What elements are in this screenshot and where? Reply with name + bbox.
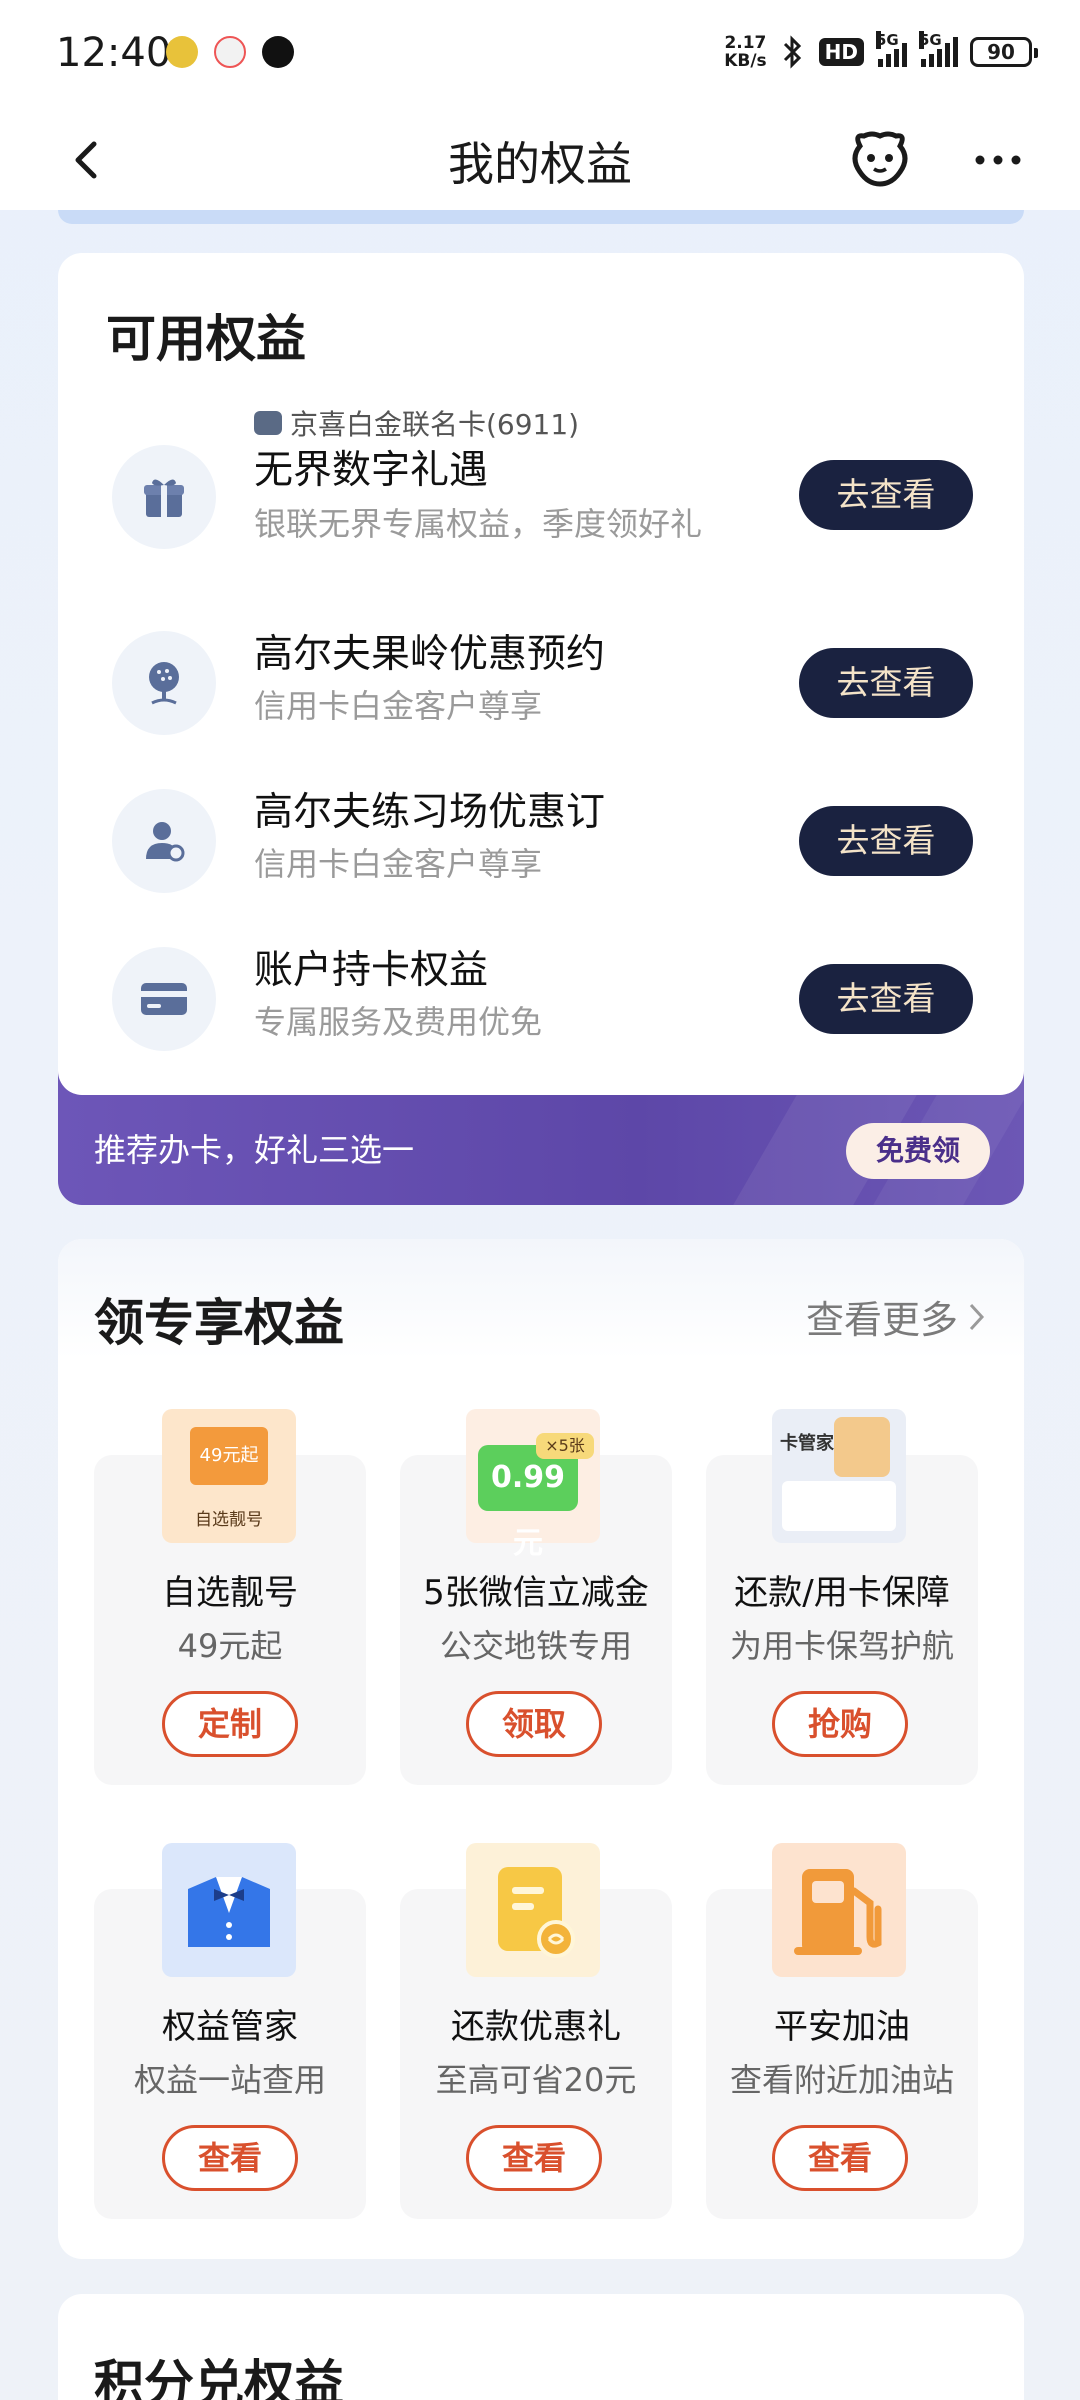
- points-benefits-card: 积分兑权益: [58, 2294, 1024, 2400]
- gift-icon: [112, 445, 216, 549]
- view-button[interactable]: 查看: [162, 2125, 298, 2191]
- tile-sub: 为用卡保驾护航: [729, 1627, 954, 1665]
- view-benefit-button[interactable]: 去查看: [799, 806, 973, 876]
- promo-text: 推荐办卡，好礼三选一: [94, 1131, 415, 1169]
- hd-badge: HD: [818, 38, 864, 66]
- claim-button[interactable]: 领取: [466, 1691, 602, 1757]
- benefit-row[interactable]: 高尔夫果岭优惠预约 信用卡白金客户尊享 去查看: [58, 623, 1024, 753]
- benefit-name: 无界数字礼遇: [254, 448, 489, 493]
- view-button[interactable]: 查看: [466, 2125, 602, 2191]
- tile-name: 还款/用卡保障: [734, 1573, 950, 1613]
- signal-strength-icon-2: 5G: [919, 31, 958, 67]
- free-claim-button[interactable]: 免费领: [846, 1123, 990, 1179]
- available-benefits-card: 可用权益 京喜白金联名卡(6911) 无界数字礼遇 银联无界专属权益，季度领好礼…: [58, 253, 1024, 1205]
- tile-name: 权益管家: [162, 2007, 298, 2047]
- card-butler-image: 卡管家: [772, 1409, 906, 1543]
- exclusive-header: 领专享权益 查看更多: [58, 1239, 1024, 1359]
- tile-sub: 至高可省20元: [435, 2061, 637, 2099]
- benefit-name: 高尔夫练习场优惠订: [254, 790, 606, 835]
- points-title: 积分兑权益: [94, 2355, 344, 2400]
- more-icon[interactable]: [970, 140, 1026, 180]
- status-indicators: 2.17 KB/s HD 5G 5G 90: [724, 31, 1038, 71]
- exclusive-title: 领专享权益: [94, 1294, 344, 1352]
- benefit-butler-image: [162, 1843, 296, 1977]
- fuel-pump-image: [772, 1843, 906, 1977]
- nav-bar: 我的权益: [0, 110, 1080, 210]
- bluetooth-icon: [783, 35, 801, 69]
- benefit-name: 高尔夫果岭优惠预约: [254, 632, 606, 677]
- benefit-row[interactable]: 京喜白金联名卡(6911) 无界数字礼遇 银联无界专属权益，季度领好礼 去查看: [58, 403, 1024, 549]
- buy-button[interactable]: 抢购: [772, 1691, 908, 1757]
- wechat-discount-image: 0.99元 ×5张: [466, 1409, 600, 1561]
- view-benefit-button[interactable]: 去查看: [799, 964, 973, 1034]
- status-bar: 12:40 2.17 KB/s HD 5G 5G 90: [0, 0, 1080, 110]
- view-benefit-button[interactable]: 去查看: [799, 648, 973, 718]
- golfer-icon: [112, 789, 216, 893]
- signal-strength-icon: 5G: [876, 31, 907, 67]
- benefit-desc: 信用卡白金客户尊享: [254, 845, 543, 883]
- benefit-desc: 银联无界专属权益，季度领好礼: [254, 505, 703, 543]
- benefit-row[interactable]: 高尔夫练习场优惠订 信用卡白金客户尊享 去查看: [58, 781, 1024, 911]
- exclusive-benefits-card: 领专享权益 查看更多 49元起 自选靓号 自选靓号 49元起 定制 0.99元 …: [58, 1239, 1024, 2259]
- view-more-link[interactable]: 查看更多: [806, 1289, 986, 1344]
- tile-sub: 查看附近加油站: [729, 2061, 954, 2099]
- number-selection-image: 49元起 自选靓号: [162, 1409, 296, 1543]
- tile-sub: 权益一站查用: [133, 2061, 326, 2099]
- qq-notification-icon: [262, 36, 294, 68]
- benefit-desc: 信用卡白金客户尊享: [254, 687, 543, 725]
- repayment-gift-image: [466, 1843, 600, 1977]
- customize-button[interactable]: 定制: [162, 1691, 298, 1757]
- tile-sub: 公交地铁专用: [439, 1627, 632, 1665]
- benefit-desc: 专属服务及费用优免: [254, 1003, 543, 1041]
- benefit-row[interactable]: 账户持卡权益 专属服务及费用优免 去查看: [58, 939, 1024, 1069]
- previous-card-edge: [58, 210, 1024, 224]
- available-benefits-panel: 可用权益 京喜白金联名卡(6911) 无界数字礼遇 银联无界专属权益，季度领好礼…: [58, 253, 1024, 1095]
- card-mini-icon: [254, 411, 282, 435]
- linked-card-tag: 京喜白金联名卡(6911): [254, 403, 579, 443]
- tile-name: 平安加油: [774, 2007, 910, 2047]
- chevron-right-icon: [969, 1303, 985, 1330]
- benefit-name: 账户持卡权益: [254, 948, 489, 993]
- tile-name: 还款优惠礼: [451, 2007, 621, 2047]
- mascot-icon[interactable]: [846, 128, 914, 190]
- maps-notification-icon: [214, 36, 246, 68]
- app-notification-icon: [166, 36, 198, 68]
- battery-icon: 90: [970, 37, 1038, 67]
- tile-name: 5张微信立减金: [423, 1573, 649, 1613]
- tile-sub: 49元起: [177, 1627, 283, 1665]
- card-icon: [112, 947, 216, 1051]
- view-button[interactable]: 查看: [772, 2125, 908, 2191]
- tile-name: 自选靓号: [162, 1573, 298, 1613]
- view-benefit-button[interactable]: 去查看: [799, 460, 973, 530]
- status-time: 12:40: [56, 30, 172, 76]
- network-speed: 2.17 KB/s: [724, 33, 767, 71]
- page-title: 我的权益: [448, 137, 632, 191]
- available-benefits-title: 可用权益: [106, 310, 306, 368]
- golf-ball-icon: [112, 631, 216, 735]
